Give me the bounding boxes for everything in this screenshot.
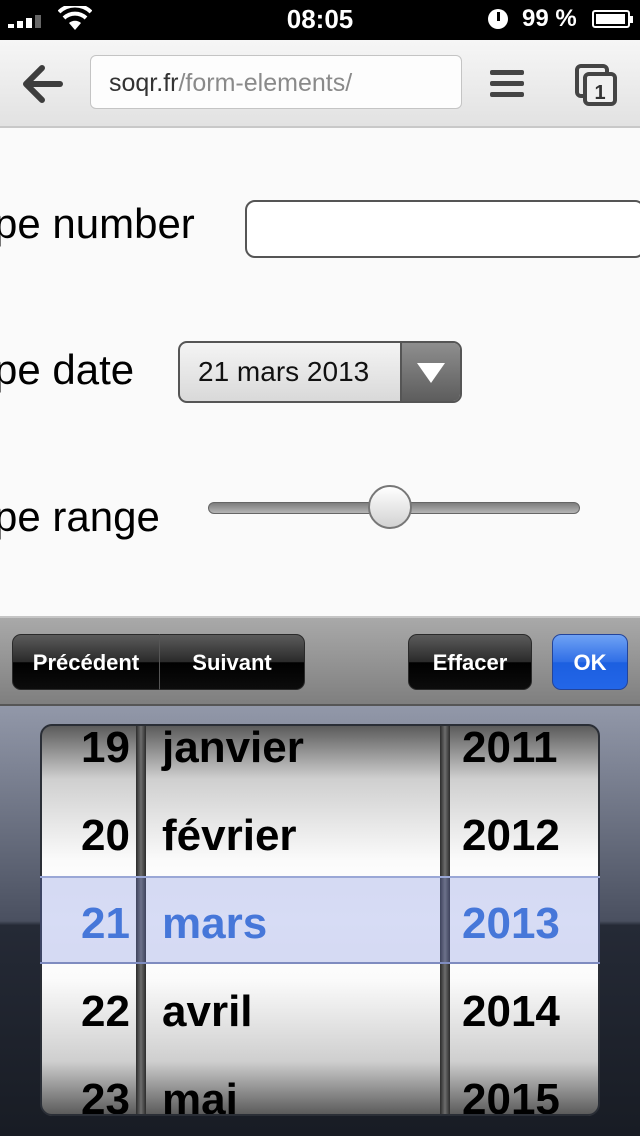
back-arrow-icon[interactable] [20,64,64,104]
year-option[interactable]: 2014 [462,968,560,1056]
month-option[interactable]: février [162,792,297,880]
year-option[interactable]: 2012 [462,792,560,880]
date-select-value: 21 mars 2013 [198,356,370,387]
month-option[interactable]: janvier [162,724,304,792]
battery-percentage: 99 % [522,5,577,32]
wheel-divider [136,724,146,1116]
date-picker: 19 20 21 22 23 janvier février mars avri… [0,706,640,1136]
url-host: soqr.fr [109,69,179,97]
dropdown-arrow-icon [400,343,460,401]
day-option-selected[interactable]: 21 [42,880,130,968]
tabs-icon[interactable]: 1 [575,64,617,106]
day-option[interactable]: 22 [42,968,130,1056]
range-label: pe range [0,493,160,540]
browser-toolbar: soqr.fr/form-elements/ 1 [0,40,640,128]
menu-icon[interactable] [490,70,524,98]
form-accessory-bar: Précédent Suivant Effacer OK [0,616,640,706]
year-option[interactable]: 2015 [462,1056,560,1116]
tab-count: 1 [594,82,605,104]
address-bar[interactable]: soqr.fr/form-elements/ [90,55,462,109]
date-select[interactable]: 21 mars 2013 [178,341,462,403]
year-option-selected[interactable]: 2013 [462,880,560,968]
status-bar: 08:05 99 % [0,0,640,40]
range-thumb[interactable] [368,485,413,529]
url-path: /form-elements/ [178,69,353,97]
month-option-selected[interactable]: mars [162,880,267,968]
page-content: pe number pe date 21 mars 2013 pe range [0,128,640,616]
clear-button[interactable]: Effacer [408,634,532,690]
date-label: pe date [0,346,135,393]
ok-button[interactable]: OK [552,634,628,690]
month-wheel[interactable]: janvier février mars avril mai [146,724,440,1116]
alarm-clock-icon [488,9,508,29]
day-option[interactable]: 20 [42,792,130,880]
year-wheel[interactable]: 2011 2012 2013 2014 2015 [450,724,598,1116]
number-label: pe number [0,200,195,247]
year-option[interactable]: 2011 [462,724,557,792]
previous-button[interactable]: Précédent [12,634,160,690]
day-option[interactable]: 23 [42,1056,130,1116]
battery-icon [592,10,633,28]
number-input[interactable] [245,200,640,258]
day-wheel[interactable]: 19 20 21 22 23 [42,724,136,1116]
wheel-divider [440,724,450,1116]
month-option[interactable]: avril [162,968,253,1056]
month-option[interactable]: mai [162,1056,238,1116]
next-button[interactable]: Suivant [159,634,305,690]
day-option[interactable]: 19 [42,724,130,792]
